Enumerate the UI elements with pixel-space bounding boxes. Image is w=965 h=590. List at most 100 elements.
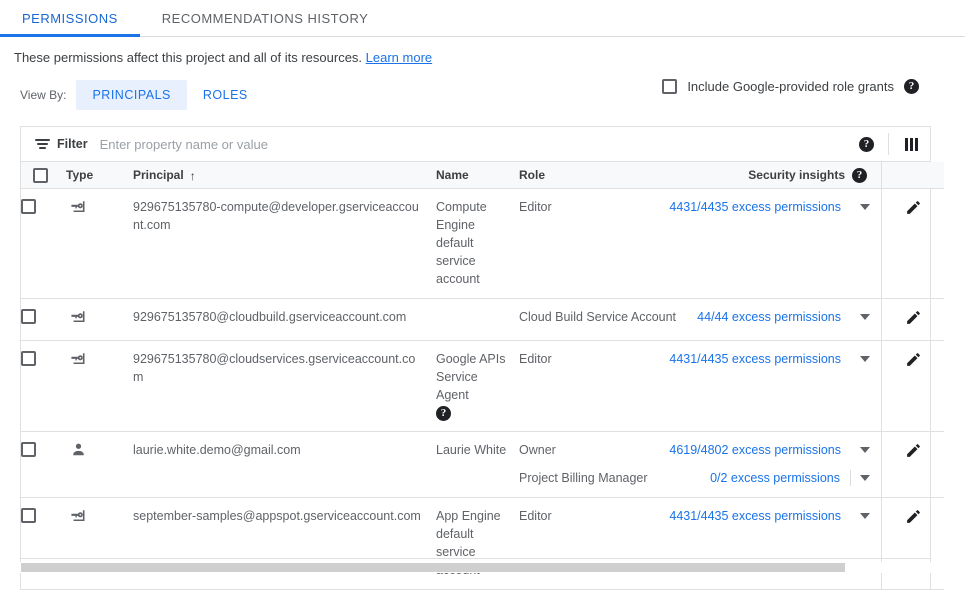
include-google-grants-label: Include Google-provided role grants <box>687 79 894 94</box>
table-bottom-border <box>20 558 931 559</box>
chevron-down-icon[interactable] <box>860 204 870 210</box>
search-input[interactable] <box>100 137 859 152</box>
edit-pencil-icon[interactable] <box>882 351 944 368</box>
row-checkbox[interactable] <box>21 351 36 366</box>
row-checkbox[interactable] <box>21 199 36 214</box>
security-insight-row: 4431/4435 excess permissions <box>704 198 881 216</box>
security-insight-row: 44/44 excess permissions <box>704 308 881 326</box>
chevron-down-icon[interactable] <box>860 356 870 362</box>
table-row[interactable]: 929675135780-compute@developer.gservicea… <box>21 189 944 299</box>
security-insights-list: 4431/4435 excess permissions <box>704 507 881 525</box>
view-by-roles-button[interactable]: ROLES <box>187 80 264 110</box>
filter-bar: Filter ? <box>21 127 930 162</box>
excess-permissions-link[interactable]: 4431/4435 excess permissions <box>669 507 841 525</box>
view-by-toggle-group: PRINCIPALS ROLES <box>76 80 263 110</box>
row-select-cell <box>21 498 66 590</box>
help-icon[interactable]: ? <box>859 137 874 152</box>
tab-recommendations-history[interactable]: RECOMMENDATIONS HISTORY <box>140 0 391 36</box>
row-name-cell <box>436 299 519 341</box>
row-actions-cell <box>882 189 945 299</box>
principal-text: 929675135780@cloudservices.gserviceaccou… <box>133 350 436 386</box>
help-icon[interactable]: ? <box>436 406 451 421</box>
column-header-name[interactable]: Name <box>436 162 519 189</box>
description-text: These permissions affect this project an… <box>14 50 362 65</box>
columns-icon[interactable] <box>903 136 920 153</box>
row-select-cell <box>21 432 66 498</box>
chevron-down-icon[interactable] <box>860 447 870 453</box>
security-insight-row: 4619/4802 excess permissions <box>704 441 881 459</box>
edit-pencil-icon[interactable] <box>882 442 944 459</box>
help-icon[interactable]: ? <box>852 168 867 183</box>
excess-permissions-link[interactable]: 44/44 excess permissions <box>697 308 841 326</box>
table-row[interactable]: september-samples@appspot.gserviceaccoun… <box>21 498 944 590</box>
permissions-table: Type Principal ↑ Name Role Security insig… <box>21 162 944 590</box>
excess-permissions-link[interactable]: 4431/4435 excess permissions <box>669 198 841 216</box>
row-actions-cell <box>882 341 945 432</box>
service-account-icon <box>70 507 133 529</box>
excess-permissions-link[interactable]: 0/2 excess permissions <box>710 469 840 487</box>
excess-permissions-link[interactable]: 4431/4435 excess permissions <box>669 350 841 368</box>
column-header-type[interactable]: Type <box>66 162 133 189</box>
security-insights-list: 4431/4435 excess permissions <box>704 350 881 368</box>
row-name-cell: Google APIs Service Agent? <box>436 341 519 432</box>
name-text: Laurie White <box>436 441 519 459</box>
column-header-security-insights[interactable]: Security insights ? <box>704 162 882 189</box>
filter-bar-actions: ? <box>859 133 920 155</box>
column-header-role[interactable]: Role <box>519 162 704 189</box>
table-row[interactable]: 929675135780@cloudservices.gserviceaccou… <box>21 341 944 432</box>
security-insight-row: 0/2 excess permissions <box>704 469 881 487</box>
column-header-security-insights-label: Security insights <box>748 168 845 182</box>
principal-text: 929675135780@cloudbuild.gserviceaccount.… <box>133 308 436 326</box>
row-checkbox[interactable] <box>21 508 36 523</box>
tab-permissions[interactable]: PERMISSIONS <box>0 0 140 36</box>
select-all-header <box>21 162 66 189</box>
sort-ascending-icon[interactable]: ↑ <box>190 169 196 183</box>
edit-pencil-icon[interactable] <box>882 508 944 525</box>
row-principal-cell: september-samples@appspot.gserviceaccoun… <box>133 498 436 590</box>
row-type-cell <box>66 299 133 341</box>
security-insights-list: 4431/4435 excess permissions <box>704 198 881 216</box>
row-principal-cell: 929675135780@cloudservices.gserviceaccou… <box>133 341 436 432</box>
row-security-insights-cell: 4619/4802 excess permissions 0/2 excess p… <box>704 432 882 498</box>
row-type-cell <box>66 341 133 432</box>
edit-pencil-icon[interactable] <box>882 199 944 216</box>
service-account-icon <box>70 308 133 330</box>
chevron-down-icon[interactable] <box>860 314 870 320</box>
permissions-table-card: Filter ? Type Principal ↑ Name Role <box>20 126 931 590</box>
name-text: Google APIs Service Agent <box>436 350 519 404</box>
row-select-cell <box>21 189 66 299</box>
row-type-cell <box>66 189 133 299</box>
row-checkbox[interactable] <box>21 309 36 324</box>
view-by-principals-button[interactable]: PRINCIPALS <box>76 80 186 110</box>
column-header-actions <box>882 162 945 189</box>
learn-more-link[interactable]: Learn more <box>366 50 432 65</box>
horizontal-scrollbar-thumb[interactable] <box>21 563 845 572</box>
column-header-principal-label: Principal <box>133 168 184 182</box>
row-role-cell: Cloud Build Service Account <box>519 299 704 341</box>
row-actions-cell <box>882 498 945 590</box>
filter-icon[interactable] <box>35 139 50 148</box>
security-insights-list: 44/44 excess permissions <box>704 308 881 326</box>
divider <box>850 470 851 486</box>
security-insight-row: 4431/4435 excess permissions <box>704 507 881 525</box>
row-principal-cell: 929675135780@cloudbuild.gserviceaccount.… <box>133 299 436 341</box>
row-security-insights-cell: 44/44 excess permissions <box>704 299 882 341</box>
row-type-cell <box>66 498 133 590</box>
help-icon[interactable]: ? <box>904 79 919 94</box>
column-header-principal[interactable]: Principal ↑ <box>133 162 436 189</box>
excess-permissions-link[interactable]: 4619/4802 excess permissions <box>669 441 841 459</box>
chevron-down-icon[interactable] <box>860 475 870 481</box>
row-type-cell <box>66 432 133 498</box>
role-label: Project Billing Manager <box>519 469 704 487</box>
select-all-checkbox[interactable] <box>33 168 48 183</box>
table-row[interactable]: laurie.white.demo@gmail.comLaurie WhiteO… <box>21 432 944 498</box>
view-by-row: View By: PRINCIPALS ROLES Include Google… <box>0 67 965 110</box>
table-row[interactable]: 929675135780@cloudbuild.gserviceaccount.… <box>21 299 944 341</box>
chevron-down-icon[interactable] <box>860 513 870 519</box>
user-icon <box>70 441 133 463</box>
include-google-grants-checkbox[interactable] <box>662 79 677 94</box>
table-body: 929675135780-compute@developer.gservicea… <box>21 189 944 590</box>
row-select-cell <box>21 341 66 432</box>
row-checkbox[interactable] <box>21 442 36 457</box>
edit-pencil-icon[interactable] <box>882 309 944 326</box>
